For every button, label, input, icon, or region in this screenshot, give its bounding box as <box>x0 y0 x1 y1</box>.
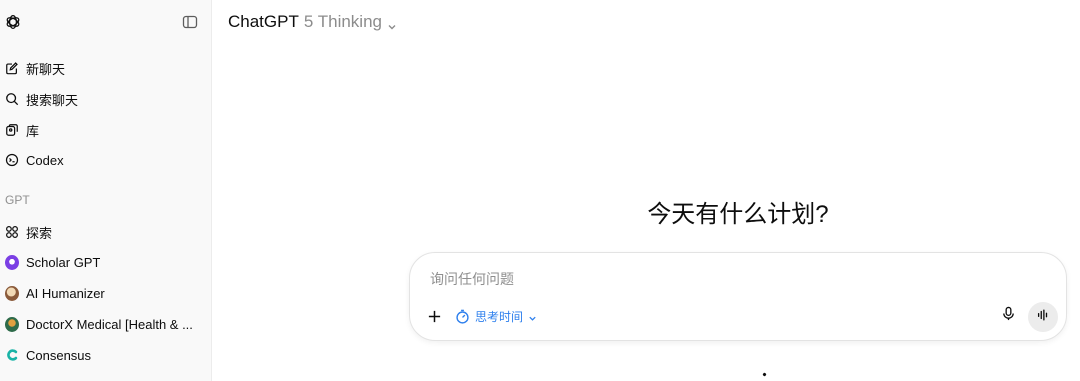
chevron-down-icon <box>528 312 537 321</box>
edit-icon <box>5 61 19 75</box>
chevron-down-icon <box>387 17 397 30</box>
waveform-icon <box>1036 308 1050 327</box>
sidebar-item-label: AI Humanizer <box>26 285 105 301</box>
voice-mode-button[interactable] <box>1028 302 1058 332</box>
ai-humanizer-avatar <box>5 285 19 301</box>
sidebar-item-codex[interactable]: Codex <box>0 147 212 173</box>
sidebar-item-label: 库 <box>26 123 40 139</box>
openai-logo-icon[interactable] <box>4 13 22 31</box>
sidebar-section-gpt: GPT <box>5 193 30 207</box>
sidebar-item-label: Consensus <box>26 347 92 363</box>
microphone-icon <box>1001 306 1016 326</box>
sidebar-item-label: Scholar GPT <box>26 254 101 270</box>
sidebar-item-new-chat[interactable]: 新聊天 <box>0 55 212 81</box>
sidebar-item-label: Codex <box>26 152 64 168</box>
model-selector[interactable]: ChatGPT 5 Thinking <box>228 12 397 32</box>
sidebar-item-doctorx-medical[interactable]: DoctorX Medical [Health & ... <box>0 311 212 337</box>
sidebar-item-label: 探索 <box>26 225 53 241</box>
sidebar-item-label: 搜索聊天 <box>26 92 79 108</box>
sidebar-item-ai-humanizer[interactable]: AI Humanizer <box>0 280 212 306</box>
sidebar-item-label: 新聊天 <box>26 61 66 77</box>
decorative-mark <box>762 372 767 377</box>
explore-icon <box>5 225 19 239</box>
consensus-icon <box>5 348 19 362</box>
sidebar-item-search-chats[interactable]: 搜索聊天 <box>0 86 212 112</box>
scholar-gpt-avatar <box>5 254 19 270</box>
model-variant: 5 Thinking <box>303 12 382 31</box>
codex-icon <box>5 153 19 167</box>
thinking-time-button[interactable]: 思考时间 <box>455 306 537 326</box>
sidebar-item-library[interactable]: 库 <box>0 117 212 143</box>
dictate-button[interactable] <box>998 306 1018 326</box>
greeting-heading: 今天有什么计划? <box>647 201 829 228</box>
library-icon <box>5 123 19 137</box>
prompt-input[interactable] <box>428 267 1032 291</box>
sidebar-item-label: DoctorX Medical [Health & ... <box>26 316 193 332</box>
sidebar-item-explore[interactable]: 探索 <box>0 219 212 245</box>
sidebar: 新聊天 搜索聊天 库 Codex GPT 探索 Scholar GPT AI H… <box>0 0 212 381</box>
composer: 思考时间 <box>409 252 1067 341</box>
sidebar-item-scholar-gpt[interactable]: Scholar GPT <box>0 249 212 275</box>
sidebar-toggle-icon[interactable] <box>182 14 198 30</box>
sidebar-item-consensus[interactable]: Consensus <box>0 342 212 368</box>
search-icon <box>5 92 19 106</box>
doctorx-avatar <box>5 316 19 332</box>
timer-icon <box>455 309 470 324</box>
thinking-time-label: 思考时间 <box>475 309 524 324</box>
add-attachment-button[interactable] <box>424 306 444 326</box>
model-name: ChatGPT <box>228 12 299 31</box>
